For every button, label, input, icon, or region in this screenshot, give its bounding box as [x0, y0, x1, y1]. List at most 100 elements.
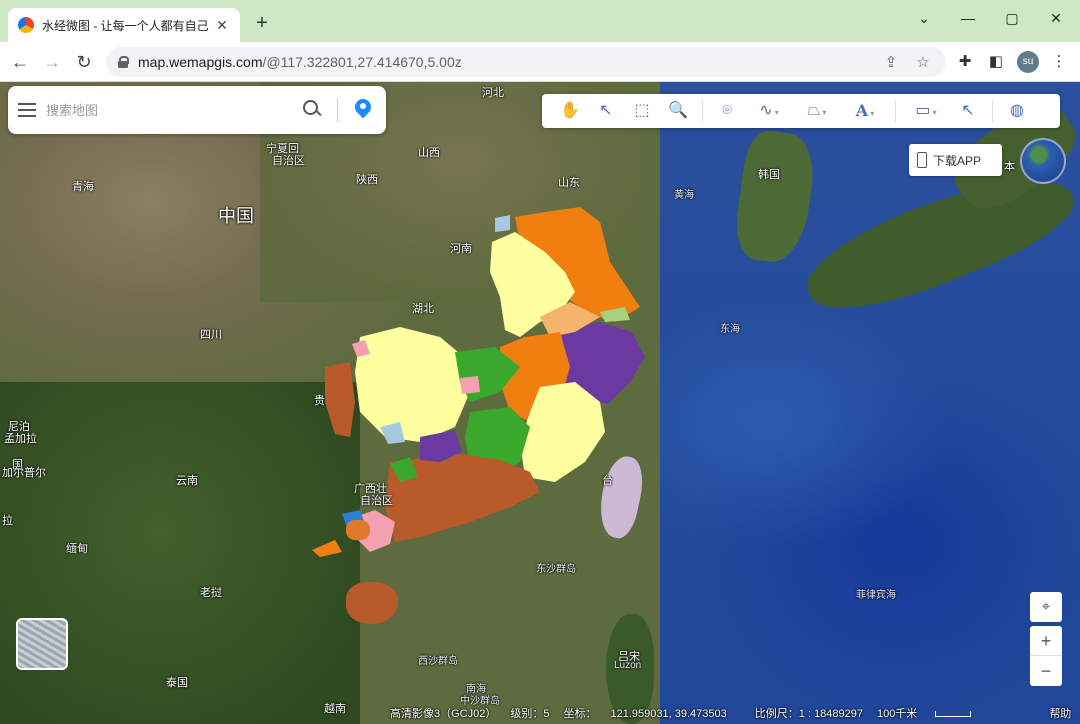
label-misc: 拉	[2, 515, 13, 527]
province-lightblue	[495, 215, 510, 232]
bookmark-star-icon[interactable]: ☆	[912, 53, 934, 71]
phone-icon	[917, 152, 927, 168]
province-guizhou	[325, 362, 355, 437]
label-guizhou: 贵	[314, 395, 325, 407]
select-box-icon[interactable]: ⬚	[624, 96, 660, 126]
browser-tab-bar: 水经微图 - 让每一个人都有自己 ✕ + ⌄ — ▢ ✕	[0, 0, 1080, 42]
map-tools-bar: ✋ ↖ ⬚ 🔍 ⌾ ∿ ▾ ⏢ ▾ A ▾ ▭ ▾ ↖ ◍	[542, 94, 1060, 128]
label-xisha: 西沙群岛	[418, 656, 458, 667]
chevron-down-icon: ▾	[932, 108, 937, 117]
toolbar-separator	[992, 100, 993, 122]
label-dongsha: 东沙群岛	[536, 564, 576, 575]
tab-search-icon[interactable]: ⌄	[904, 6, 944, 30]
extensions-puzzle-icon[interactable]: ✚	[954, 51, 976, 73]
curve-icon: ∿	[759, 102, 773, 119]
label-bangladesh-1: 孟加拉	[4, 433, 37, 445]
url-path: /@117.322801,27.414670,5.00z	[262, 54, 462, 70]
globe-3d-toggle-icon[interactable]	[1020, 138, 1066, 184]
chevron-down-icon: ▾	[774, 108, 779, 117]
marker-icon[interactable]: ⌾	[709, 96, 745, 126]
locate-icon[interactable]: ⌖	[1030, 592, 1062, 622]
tab-close-icon[interactable]: ✕	[214, 17, 230, 34]
label-qinghai: 青海	[72, 181, 94, 193]
search-icon[interactable]	[299, 97, 325, 123]
map-status-bar: 高清影像3（GCJ02） 级别：5 坐标： 121.959031, 39.4735…	[390, 702, 1080, 724]
browser-toolbar: ← → ↻ map.wemapgis.com/@117.322801,27.41…	[0, 42, 1080, 82]
hainan-island	[346, 582, 398, 624]
pan-hand-icon[interactable]: ✋	[552, 96, 588, 126]
location-pin-icon[interactable]	[350, 97, 376, 123]
province-hunan	[355, 327, 470, 442]
label-taiwan: 台	[602, 475, 613, 487]
select-arrow-icon[interactable]: ↖	[588, 96, 624, 126]
zoom-in-button[interactable]: +	[1030, 626, 1062, 656]
help-link[interactable]: 帮助	[1049, 705, 1071, 721]
label-china: 中国	[218, 206, 254, 226]
download-app-label: 下载APP	[933, 153, 982, 168]
label-yellow-sea: 黄海	[674, 190, 694, 201]
label-thailand: 泰国	[166, 677, 188, 689]
scale-bar: 100千米	[877, 705, 985, 721]
map-search-input[interactable]	[46, 102, 299, 118]
imagery-source[interactable]: 高清影像3（GCJ02）	[390, 705, 496, 721]
minimize-button[interactable]: —	[948, 6, 988, 30]
label-shaanxi: 陕西	[356, 174, 378, 186]
globe-icon[interactable]: ◍	[999, 96, 1035, 126]
close-window-button[interactable]: ✕	[1036, 6, 1076, 30]
menu-hamburger-icon[interactable]	[18, 103, 36, 117]
label-jagdalpur: 加尔普尔	[2, 467, 46, 479]
label-shanxi: 山西	[418, 147, 440, 159]
download-app-button[interactable]: 下载APP	[909, 144, 1002, 176]
lock-icon[interactable]	[118, 56, 129, 68]
map-viewport[interactable]: 中国 河北 宁夏回 自治区 山西 陕西 山东 青海 河南 湖北 四川 贵 云南 …	[0, 82, 1080, 724]
zoom-level: 级别：5	[510, 708, 550, 720]
scale-bar-label: 100千米	[876, 708, 918, 720]
forward-arrow-icon[interactable]: →	[40, 50, 64, 74]
label-ningxia-2: 自治区	[272, 155, 305, 167]
share-icon[interactable]: ⇪	[880, 53, 902, 71]
coordinate-readout: 坐标： 121.959031, 39.473503	[563, 705, 740, 721]
menu-kebab-icon[interactable]: ⋮	[1048, 51, 1070, 73]
coord-value: 121.959031, 39.473503	[610, 708, 727, 720]
search-divider	[337, 98, 338, 122]
pointer-settings-icon[interactable]: ↖	[950, 96, 986, 126]
reload-icon[interactable]: ↻	[72, 50, 96, 74]
label-henan: 河南	[450, 243, 472, 255]
scale-ratio: 比例尺：1 : 18489297	[754, 708, 863, 720]
toolbar-separator	[895, 100, 896, 122]
address-bar[interactable]: map.wemapgis.com/@117.322801,27.414670,5…	[106, 47, 946, 77]
label-luzon-en: Luzon	[614, 660, 642, 671]
label-hebei: 河北	[482, 87, 504, 99]
label-philippine-sea: 菲律宾海	[856, 590, 896, 601]
province-orange-west	[312, 540, 342, 557]
side-panel-icon[interactable]: ◧	[985, 51, 1007, 73]
measure-tool[interactable]: ▭ ▾	[902, 96, 950, 126]
label-sichuan: 四川	[200, 329, 222, 341]
ruler-icon: ▭	[915, 102, 931, 119]
browser-tab[interactable]: 水经微图 - 让每一个人都有自己 ✕	[8, 8, 240, 42]
map-search-panel	[8, 86, 386, 134]
label-myanmar: 缅甸	[66, 543, 88, 555]
zoom-out-button[interactable]: −	[1030, 656, 1062, 686]
label-korea: 韩国	[758, 169, 780, 181]
back-arrow-icon[interactable]: ←	[8, 50, 32, 74]
url-host: map.wemapgis.com	[138, 54, 263, 70]
scale-bar-graphic	[935, 711, 972, 718]
toolbar-separator	[702, 100, 703, 122]
maximize-button[interactable]: ▢	[992, 6, 1032, 30]
leizhou-area	[346, 520, 370, 540]
polygon-tool[interactable]: ⏢ ▾	[793, 96, 841, 126]
curve-tool[interactable]: ∿ ▾	[745, 96, 793, 126]
text-tool[interactable]: A ▾	[841, 96, 889, 126]
text-icon: A	[855, 101, 869, 120]
label-shandong: 山东	[558, 177, 580, 189]
url-text[interactable]: map.wemapgis.com/@117.322801,27.414670,5…	[138, 54, 870, 70]
profile-avatar[interactable]: su	[1017, 51, 1039, 73]
label-laos: 老挝	[200, 587, 222, 599]
chevron-down-icon: ▾	[870, 109, 875, 118]
label-hubei: 湖北	[412, 303, 434, 315]
zoom-box-icon[interactable]: 🔍	[660, 96, 696, 126]
new-tab-button[interactable]: +	[250, 12, 274, 36]
tab-title: 水经微图 - 让每一个人都有自己	[42, 18, 209, 33]
basemap-switcher[interactable]	[16, 618, 68, 670]
